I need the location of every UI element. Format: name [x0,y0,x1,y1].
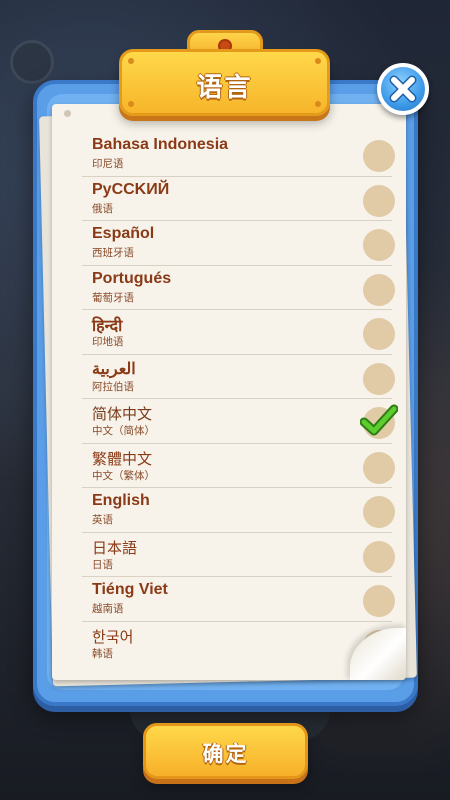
language-option[interactable]: Portugués 葡萄牙语 [82,266,395,310]
radio-unselected-icon[interactable] [363,585,395,617]
radio-unselected-icon[interactable] [363,451,395,484]
language-name: 한국어 [92,628,134,646]
radio-unselected-icon[interactable] [363,496,395,528]
language-option[interactable]: 한국어 韩语 [82,622,395,667]
confirm-button[interactable]: 确定 [143,723,308,779]
language-list: Bahasa Indonesia 印尼语 PyCCKИЙ 俄语 Español … [82,132,398,667]
language-subtitle: 中文（繁体） [92,469,155,482]
language-option[interactable]: English 英语 [82,488,395,533]
confirm-button-label: 确定 [202,742,249,766]
screw-icon [315,58,321,64]
language-name: PyCCKИЙ [92,180,170,198]
close-button[interactable] [377,63,429,115]
language-subtitle: 越南语 [92,603,124,615]
language-name: 简体中文 [92,406,153,423]
radio-unselected-icon[interactable] [363,140,395,172]
language-option[interactable]: العربية 阿拉伯语 [82,355,395,399]
language-option[interactable]: हिन्दी 印地语 [82,310,395,355]
language-option[interactable]: PyCCKИЙ 俄语 [82,177,395,221]
paper-pin-dot [64,110,71,117]
language-subtitle: 韩语 [92,647,113,660]
language-option[interactable]: Español 西班牙语 [82,221,395,266]
language-subtitle: 印尼语 [92,158,124,170]
dialog-title: 语言 [196,73,253,103]
language-name: Español [92,225,155,242]
radio-unselected-icon[interactable] [363,229,395,261]
language-option-selected[interactable]: 简体中文 中文（简体） [82,399,398,444]
background-settings-icon [10,40,54,84]
language-subtitle: 俄语 [92,202,113,215]
language-name: Portugués [92,269,172,287]
language-subtitle: 日语 [92,558,113,571]
language-subtitle: 印地语 [92,336,124,348]
radio-unselected-icon[interactable] [363,362,395,395]
language-name: 日本語 [92,539,138,557]
language-subtitle: 西班牙语 [92,247,134,259]
language-name: 繁體中文 [92,450,153,468]
language-subtitle: 阿拉伯语 [92,380,134,393]
close-x-icon [389,75,417,103]
language-option[interactable]: Bahasa Indonesia 印尼语 [82,132,395,177]
language-name: Bahasa Indonesia [92,136,229,153]
radio-unselected-icon[interactable] [363,184,395,217]
radio-unselected-icon[interactable] [363,540,395,573]
language-subtitle: 中文（简体） [92,425,155,437]
language-subtitle: 葡萄牙语 [92,291,134,304]
language-subtitle: 英语 [92,514,113,526]
language-name: Tiéng Viet [92,581,168,598]
checkmark-icon [360,404,398,436]
language-name: हिन्दी [92,318,123,335]
language-name: العربية [92,360,136,378]
language-name: English [92,492,150,509]
language-list-paper: Bahasa Indonesia 印尼语 PyCCKИЙ 俄语 Español … [52,104,406,680]
radio-unselected-icon[interactable] [363,318,395,350]
language-option[interactable]: 繁體中文 中文（繁体） [82,444,395,488]
language-option[interactable]: 日本語 日语 [82,533,395,577]
title-banner: 语言 [119,49,330,116]
screw-icon [128,58,134,64]
radio-unselected-icon[interactable] [363,273,395,306]
language-option[interactable]: Tiéng Viet 越南语 [82,577,395,622]
